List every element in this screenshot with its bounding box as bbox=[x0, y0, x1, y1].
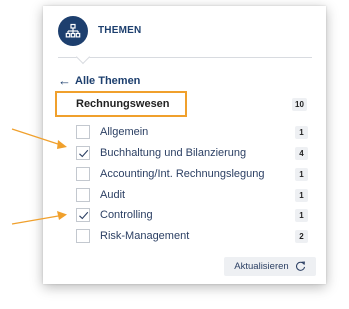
topic-label: Controlling bbox=[100, 209, 153, 221]
header-divider bbox=[58, 57, 312, 58]
annotation-arrow-2 bbox=[11, 211, 67, 225]
arrow-left-icon: ← bbox=[58, 73, 71, 88]
panel-title: THEMEN bbox=[98, 25, 142, 36]
category-count-badge: 10 bbox=[292, 98, 307, 111]
checkbox[interactable] bbox=[76, 188, 90, 202]
checkbox[interactable] bbox=[76, 167, 90, 181]
topic-count-badge: 1 bbox=[295, 168, 308, 181]
refresh-icon bbox=[295, 261, 306, 272]
topic-filter-row[interactable]: Accounting/Int. Rechnungslegung bbox=[76, 166, 265, 182]
topic-filter-row[interactable]: Buchhaltung und Bilanzierung bbox=[76, 145, 246, 161]
checkbox[interactable] bbox=[76, 229, 90, 243]
topic-label: Buchhaltung und Bilanzierung bbox=[100, 147, 247, 159]
checkbox-checked[interactable] bbox=[76, 146, 90, 160]
all-topics-label: Alle Themen bbox=[75, 74, 141, 87]
topic-filter-row[interactable]: Risk-Management bbox=[76, 228, 189, 244]
topic-count-badge: 2 bbox=[295, 230, 308, 243]
all-topics-link[interactable]: ← Alle Themen bbox=[58, 74, 140, 87]
checkmark-icon bbox=[78, 149, 88, 157]
checkbox-checked[interactable] bbox=[76, 208, 90, 222]
topic-filter-row[interactable]: Audit bbox=[76, 187, 125, 203]
topic-label: Audit bbox=[100, 189, 126, 201]
update-button[interactable]: Aktualisieren bbox=[224, 257, 316, 276]
topic-count-badge: 1 bbox=[295, 126, 308, 139]
org-chart-icon bbox=[58, 16, 88, 46]
topic-filter-row[interactable]: Allgemein bbox=[76, 124, 148, 140]
topic-filter-row[interactable]: Controlling bbox=[76, 207, 153, 223]
checkmark-icon bbox=[78, 211, 88, 219]
topic-label: Risk-Management bbox=[100, 230, 190, 242]
topic-count-badge: 1 bbox=[295, 209, 308, 222]
category-heading: Rechnungswesen bbox=[76, 98, 170, 110]
topic-label: Allgemein bbox=[100, 126, 149, 138]
topic-count-badge: 1 bbox=[295, 189, 308, 202]
topic-label: Accounting/Int. Rechnungslegung bbox=[100, 168, 265, 180]
checkbox[interactable] bbox=[76, 125, 90, 139]
annotation-arrow-1 bbox=[11, 128, 67, 149]
topic-count-badge: 4 bbox=[295, 147, 308, 160]
update-button-label: Aktualisieren bbox=[234, 261, 289, 272]
